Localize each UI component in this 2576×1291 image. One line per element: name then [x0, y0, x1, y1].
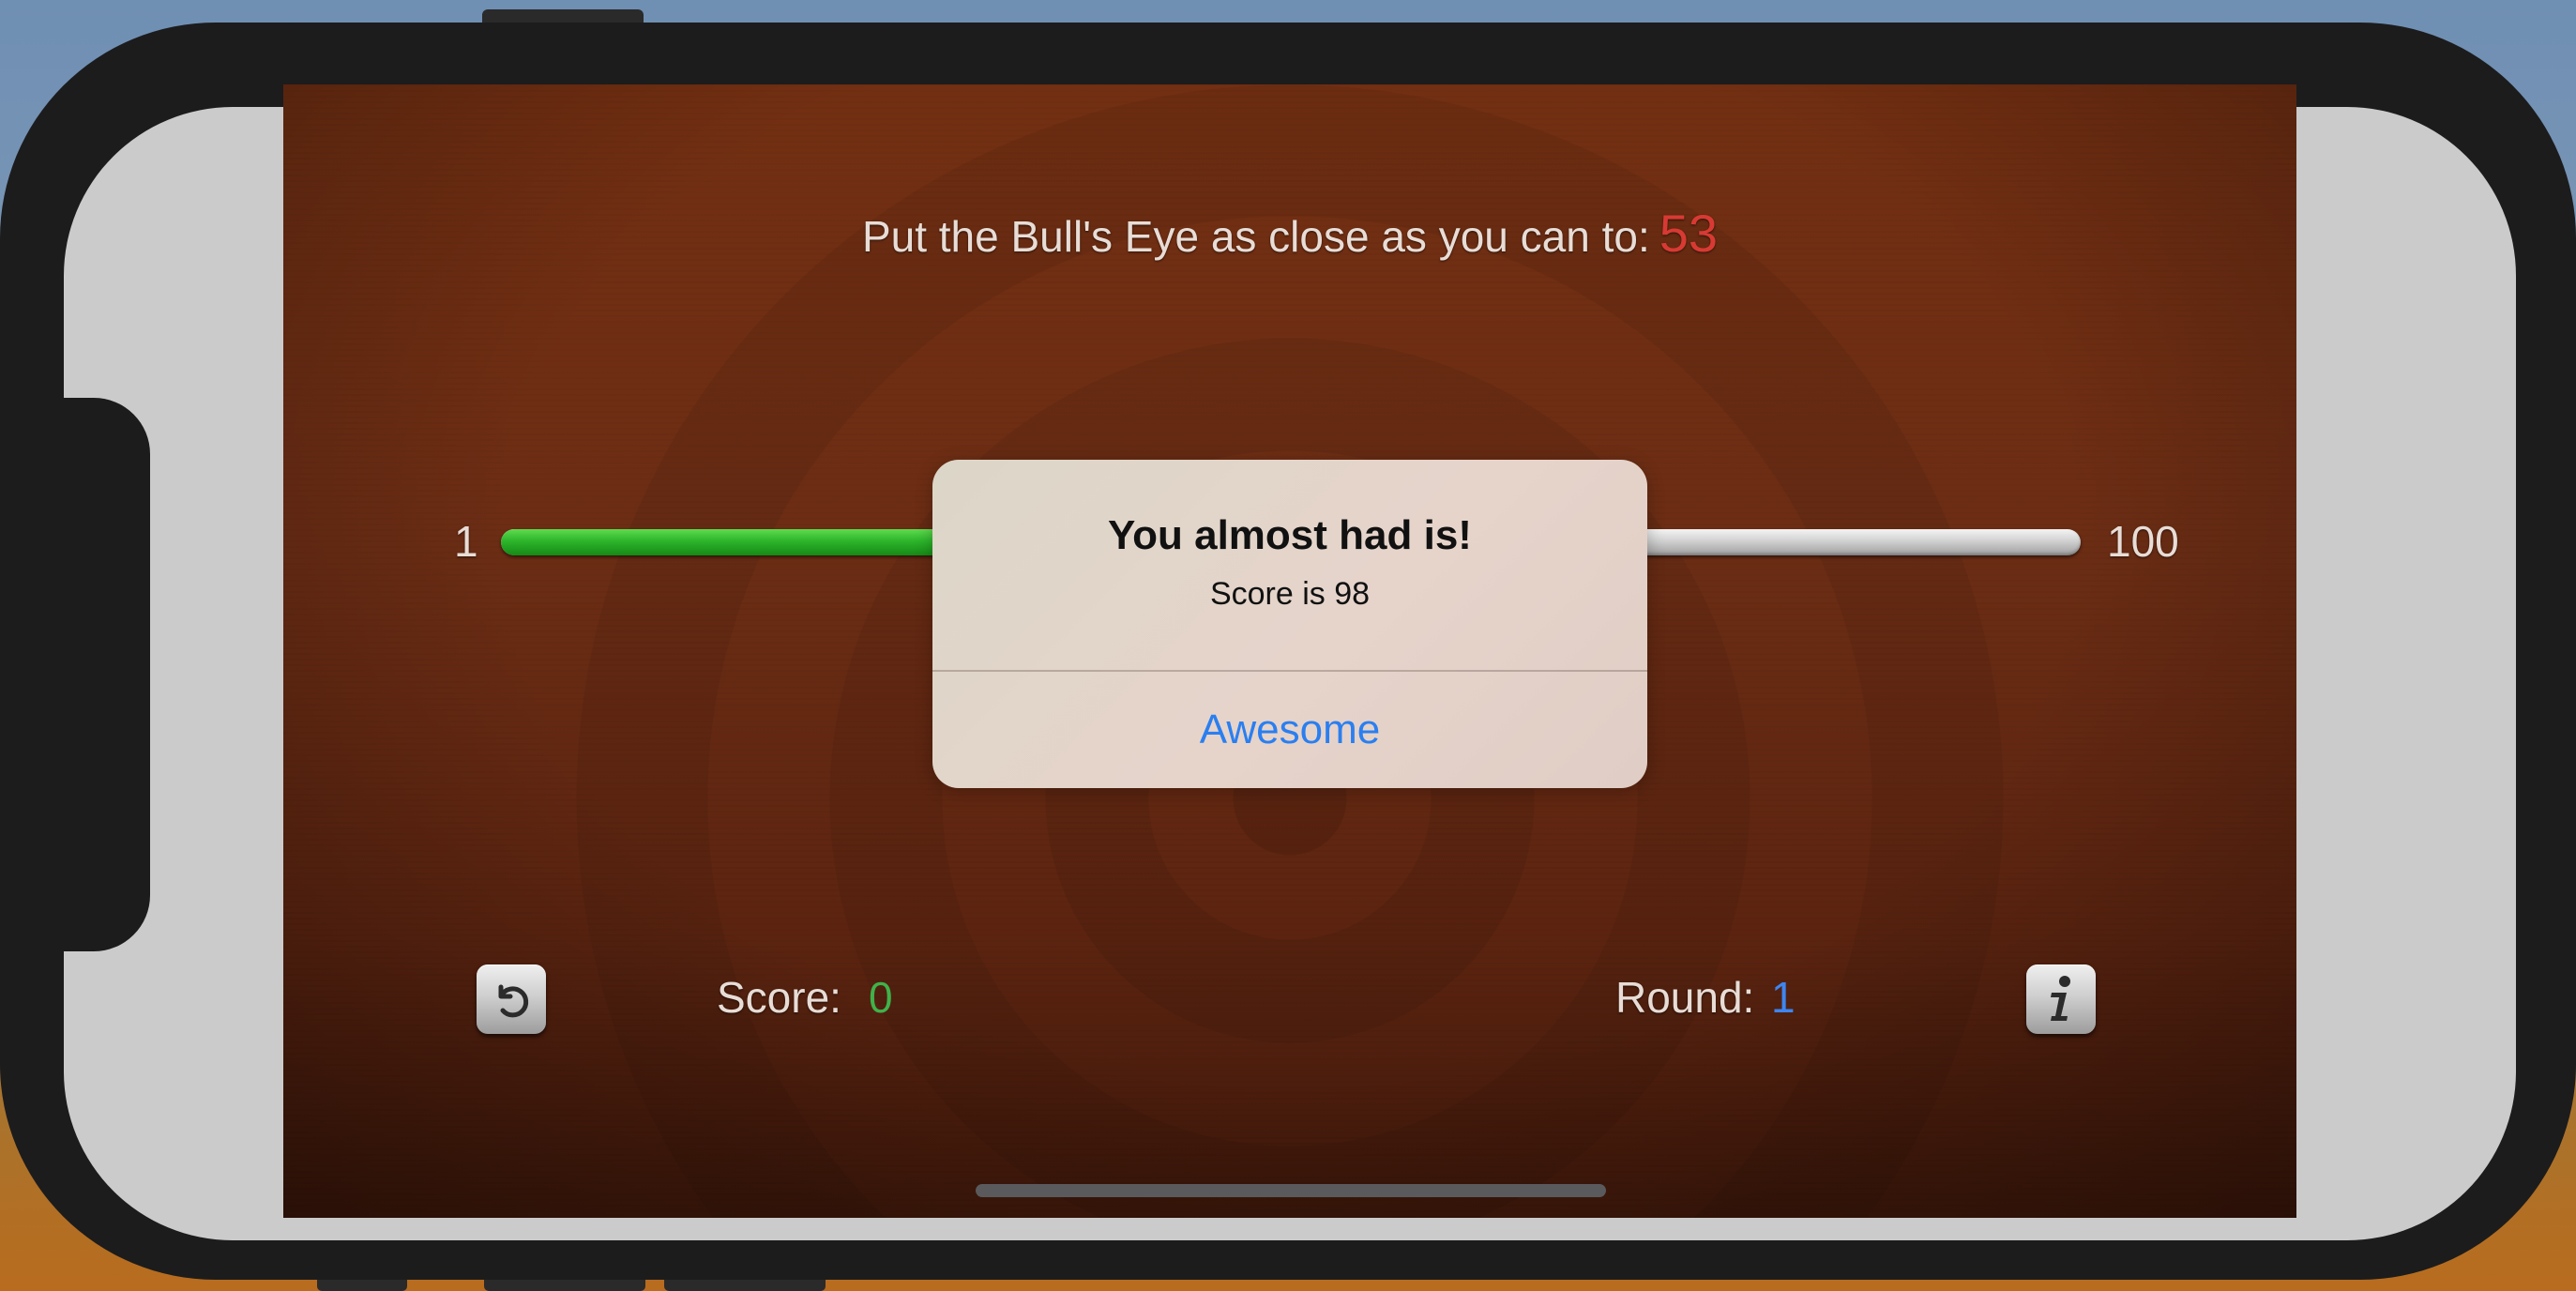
home-indicator[interactable] — [976, 1184, 1606, 1197]
result-alert: You almost had is! Score is 98 Awesome — [932, 460, 1647, 788]
alert-awesome-button[interactable]: Awesome — [932, 672, 1647, 788]
desktop-background: Put the Bull's Eye as close as you can t… — [0, 0, 2576, 1291]
sensor-notch — [64, 398, 150, 951]
alert-message: Score is 98 — [1209, 576, 1371, 612]
game-screen: Put the Bull's Eye as close as you can t… — [283, 84, 2296, 1218]
alert-title: You almost had is! — [1108, 512, 1472, 558]
